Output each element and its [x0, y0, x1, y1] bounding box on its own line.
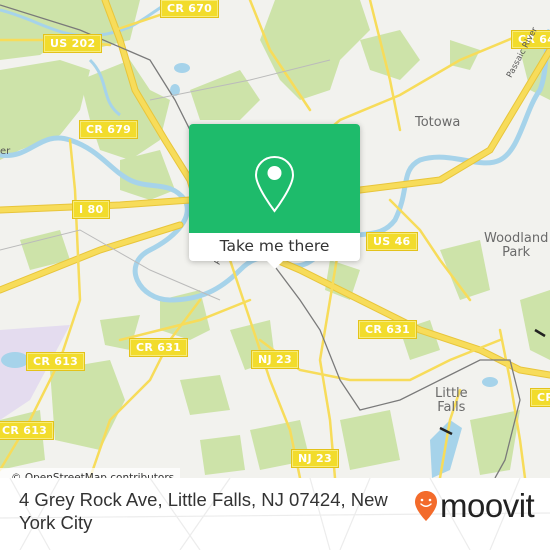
- moovit-logo[interactable]: moovit: [414, 487, 535, 524]
- road-shield-i80: I 80: [73, 201, 110, 218]
- road-shield-cr613-north: CR 613: [27, 353, 85, 370]
- road-shield-nj23-south: NJ 23: [292, 450, 338, 467]
- location-pin-icon: [254, 155, 295, 213]
- location-popup[interactable]: Take me there: [189, 124, 360, 269]
- road-shield-cr631-east: CR 631: [359, 321, 417, 338]
- river-label-left: er: [0, 146, 11, 157]
- address-text: 4 Grey Rock Ave, Little Falls, NJ 07424,…: [19, 489, 388, 533]
- moovit-pin-icon: [415, 491, 437, 521]
- take-me-there-button[interactable]: Take me there: [189, 233, 360, 261]
- road-shield-cr631-west: CR 631: [130, 339, 188, 356]
- place-label-woodland-park: Woodland Park: [484, 231, 549, 260]
- map-view[interactable]: CR 670 US 202 CR 646 CR 679 I 80 US 46 C…: [0, 0, 550, 478]
- road-shield-cr-edge: CR: [531, 389, 550, 406]
- place-label-little-falls: Little Falls: [435, 386, 468, 415]
- road-shield-cr670: CR 670: [161, 0, 219, 17]
- map-attribution[interactable]: © OpenStreetMap contributors: [0, 468, 181, 478]
- popup-pointer: [267, 261, 283, 269]
- road-shield-cr613-south: CR 613: [0, 422, 54, 439]
- road-shield-nj23-north: NJ 23: [252, 351, 298, 368]
- moovit-wordmark: moovit: [440, 487, 535, 524]
- road-shield-us202: US 202: [44, 35, 102, 52]
- road-shield-us46: US 46: [367, 233, 417, 250]
- road-shield-cr679: CR 679: [80, 121, 138, 138]
- footer-bar: 4 Grey Rock Ave, Little Falls, NJ 07424,…: [0, 478, 550, 550]
- place-label-totowa: Totowa: [415, 115, 461, 130]
- popup-header[interactable]: [189, 124, 360, 233]
